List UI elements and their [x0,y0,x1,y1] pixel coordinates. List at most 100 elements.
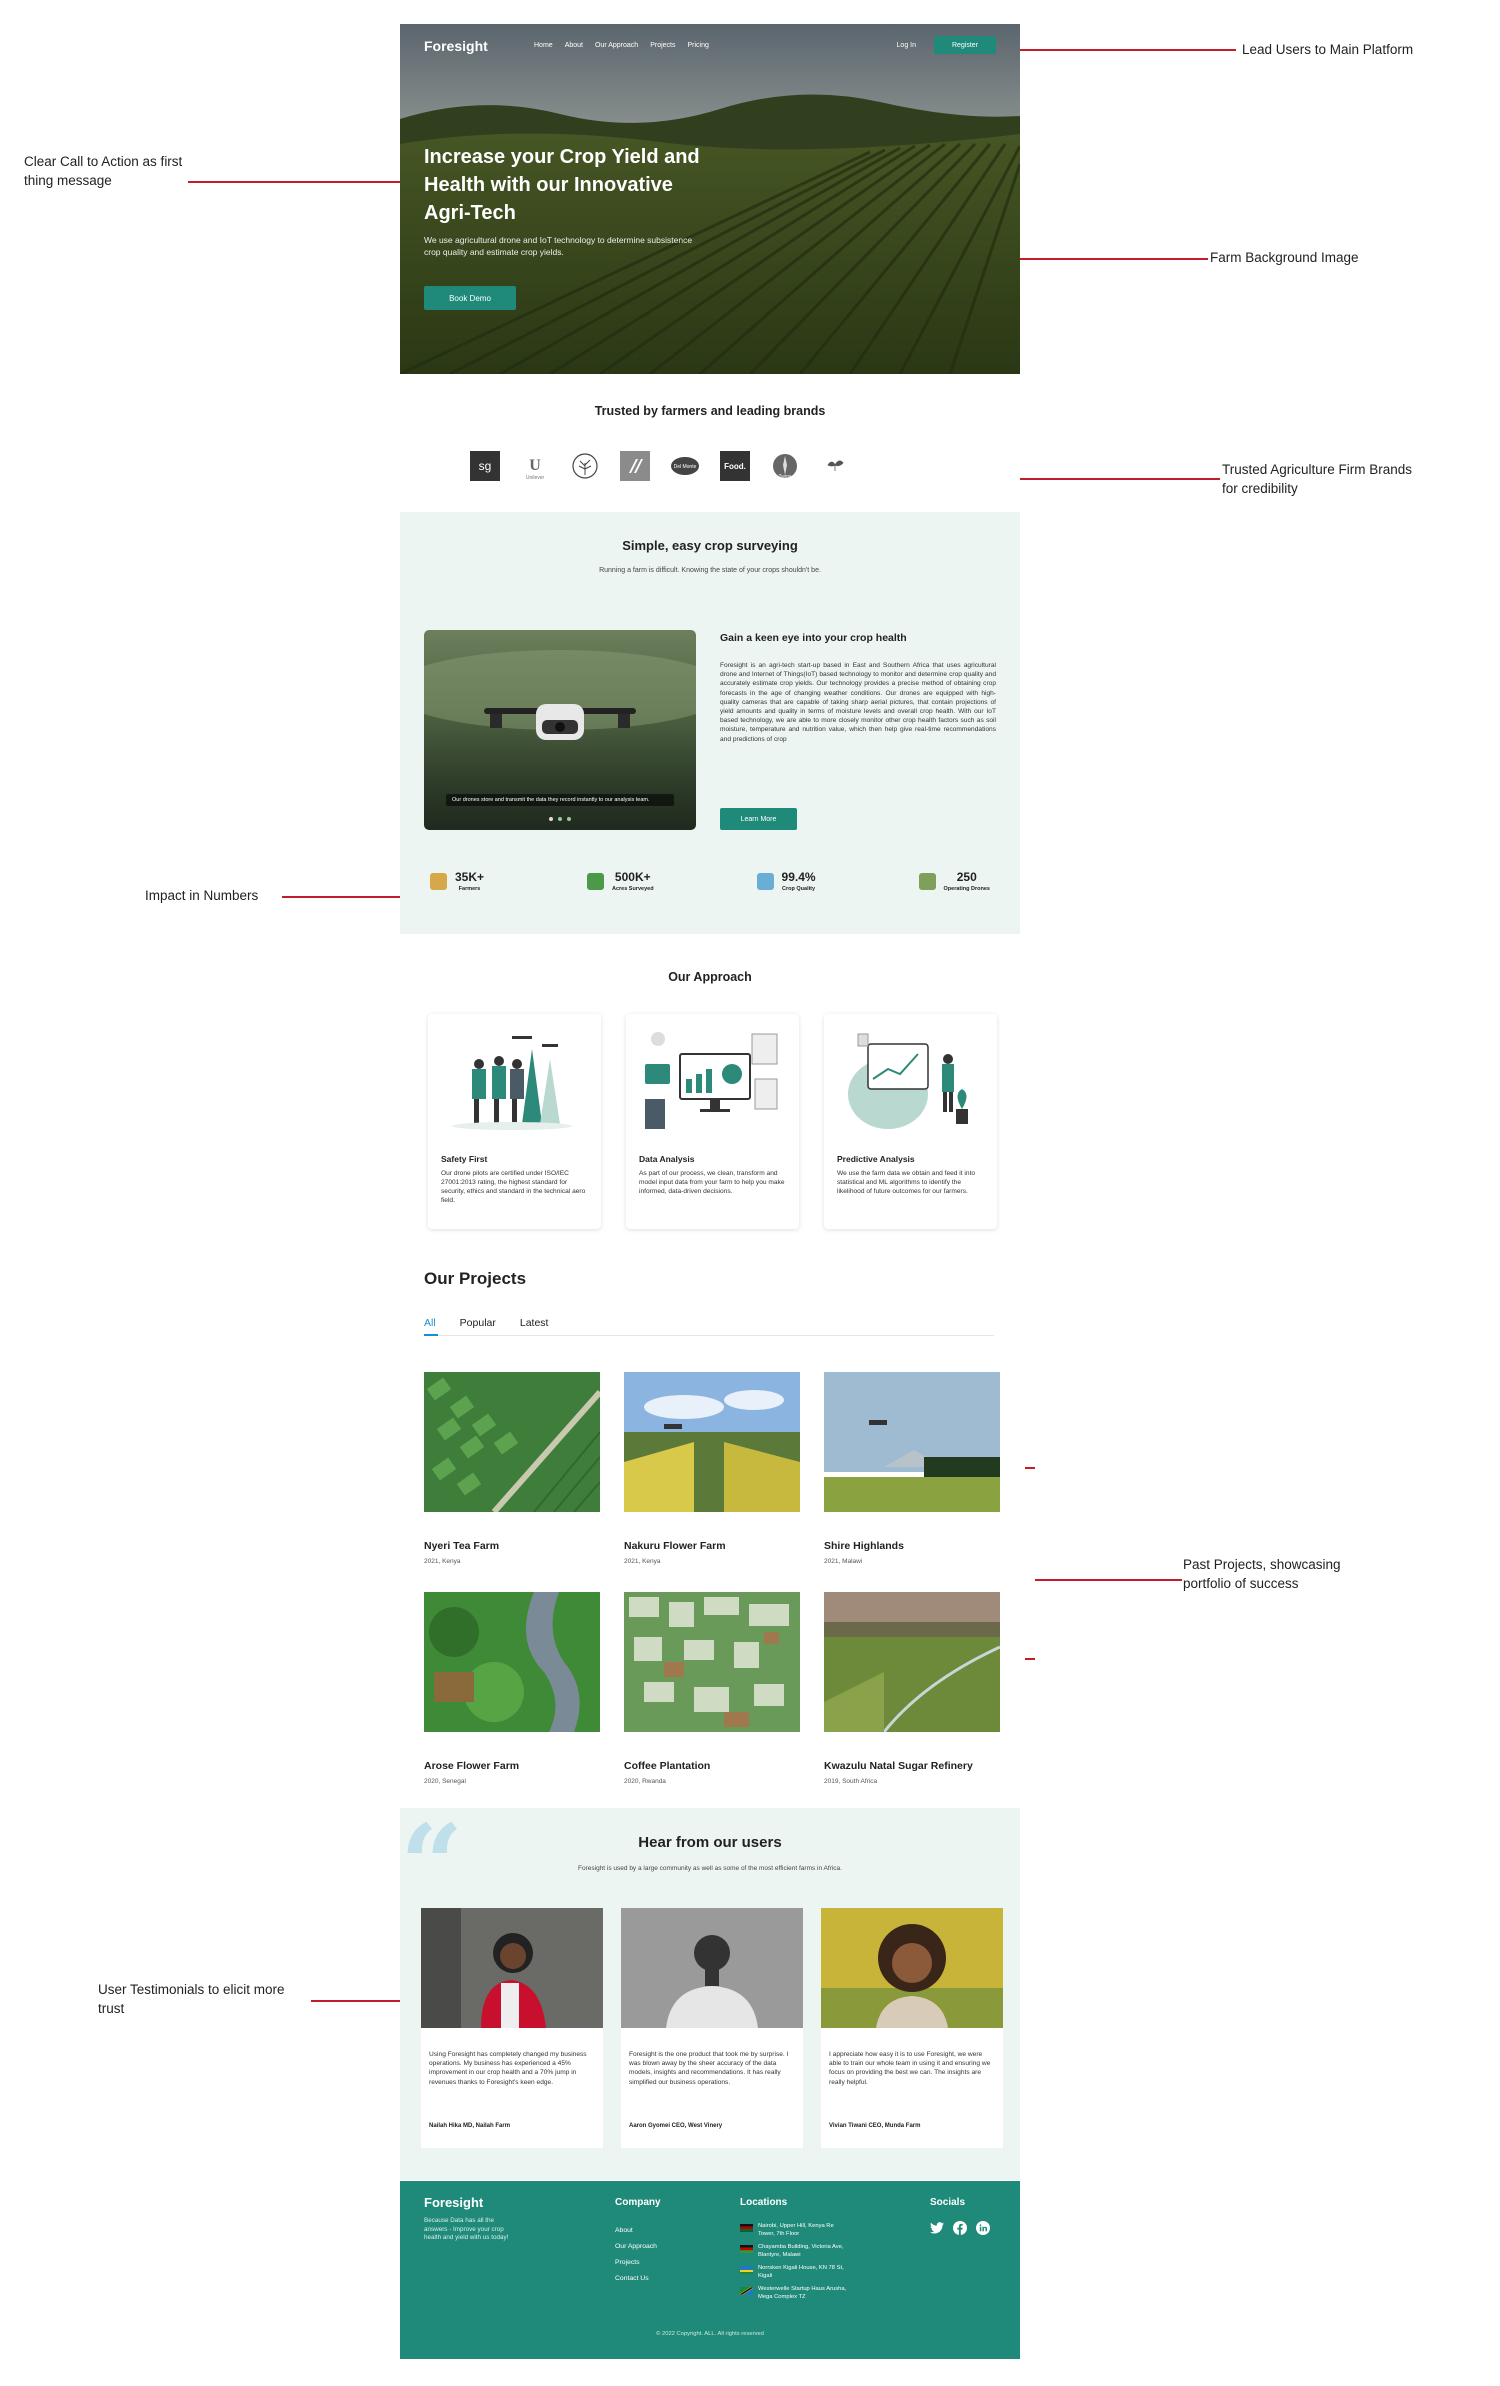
svg-text:Del Monte: Del Monte [674,464,697,470]
card-title: Predictive Analysis [837,1154,915,1164]
project-card[interactable]: Kwazulu Natal Sugar Refinery 2019, South… [824,1592,1001,1785]
approach-card-data-analysis: Data Analysis As part of our process, we… [626,1014,799,1229]
book-demo-button[interactable]: Book Demo [424,286,516,310]
location-rwanda: Norrsken Kigali House, KN 78 St, Kigali [740,2265,850,2280]
location-text: Chayamba Building, Victoria Ave, Blantyr… [758,2244,844,2258]
footer-link-about[interactable]: About [615,2223,657,2239]
tab-popular[interactable]: Popular [460,1317,496,1329]
location-tanzania: Westerwelle Startup Haus Arusha, Mega Co… [740,2286,850,2301]
nav-link-pricing[interactable]: Pricing [687,42,708,49]
annotation-past-projects: Past Projects, showcasing portfolio of s… [1183,1555,1341,1593]
annotation-tick [1025,1658,1035,1660]
nav-link-our-approach[interactable]: Our Approach [595,42,638,49]
annotation-cta: Clear Call to Action as first thing mess… [24,152,182,190]
annotation-line [1035,1579,1182,1581]
stat-drones: 250 Operating Drones [918,870,990,892]
testimonial-author: Aaron Gyomei CEO, West Vinery [629,2123,723,2129]
safety-illustration [452,1036,572,1130]
svg-text:U: U [529,457,541,474]
tabs-divider [424,1335,994,1336]
stat-farmers: 35K+ Farmers [430,870,484,892]
footer-company-links: About Our Approach Projects Contact Us [615,2223,657,2287]
testimonial-author: Vivian Tiwani CEO, Munda Farm [829,2123,921,2129]
stat-acres: 500K+ Acres Surveyed [586,870,654,892]
survey-heading: Gain a keen eye into your crop health [720,632,907,644]
annotation-cta-line2: thing message [24,173,112,188]
drone-caption: Our drones store and transmit the data t… [446,794,674,806]
linkedin-icon[interactable] [976,2221,990,2235]
brand-logos: sg U Unilever Del Monte Food. Twiga [470,451,850,481]
brand-sg-logo: sg [470,451,500,481]
stat-label: Operating Drones [943,886,990,892]
project-name: Shire Highlands [824,1540,904,1552]
facebook-icon[interactable] [953,2221,967,2235]
annotation-cta-line1: Clear Call to Action as first [24,154,183,169]
trusted-title: Trusted by farmers and leading brands [594,404,826,418]
annotation-tick [1025,1467,1035,1469]
svg-text:Unilever: Unilever [526,475,545,481]
project-name: Coffee Plantation [624,1760,711,1772]
annotation-impact: Impact in Numbers [145,888,259,903]
testimonial-card: Foresight is the one product that took m… [621,1908,803,2148]
testimonial-cards: Using Foresight has completely changed m… [421,1908,1003,2148]
logo[interactable]: Foresight [424,38,488,54]
register-button[interactable]: Register [934,36,996,54]
project-card[interactable]: Nyeri Tea Farm 2021, Kenya [424,1372,603,1565]
nav-links: Home About Our Approach Projects Pricing [534,42,709,49]
hero-section: Foresight Home About Our Approach Projec… [400,24,1020,374]
testimonials-section: “ Hear from our users Foresight is used … [400,1808,1020,2180]
survey-title: Simple, easy crop surveying [622,538,798,553]
drone-icon [918,872,936,890]
annotation-past-line1: Past Projects, showcasing [1183,1557,1341,1572]
survey-section: Simple, easy crop surveying Running a fa… [400,512,1020,934]
project-card[interactable]: Nakuru Flower Farm 2021, Kenya [624,1372,800,1565]
testimonial-text: Using Foresight has completely changed m… [429,2051,587,2086]
kenya-flag-icon [740,2224,753,2232]
data-analysis-illustration [645,1032,778,1129]
annotation-brands: Trusted Agriculture Firm Brands for cred… [1222,460,1412,498]
footer-locations: Nairobi, Upper Hill, Kenya Re Tower, 7th… [740,2223,850,2307]
stat-value: 500K+ [614,870,651,884]
annotation-brands-line1: Trusted Agriculture Firm Brands [1222,462,1413,477]
footer-locations-title: Locations [740,2197,788,2208]
testimonial-text: Foresight is the one product that took m… [629,2051,789,2086]
project-meta: 2021, Malawi [824,1558,863,1565]
project-card[interactable]: Shire Highlands 2021, Malawi [824,1372,1000,1565]
stat-label: Farmers [458,886,481,892]
footer-logo[interactable]: Foresight [424,2195,483,2210]
learn-more-button[interactable]: Learn More [720,808,797,830]
nav-link-about[interactable]: About [565,42,583,49]
brand-food-logo: Food. [720,451,750,481]
tab-latest[interactable]: Latest [520,1317,549,1329]
user-photo [421,1908,603,2028]
annotation-past-line2: portfolio of success [1183,1576,1299,1591]
predictive-illustration [848,1033,968,1129]
annotation-testi-line2: trust [98,2001,125,2016]
project-image [824,1372,1000,1512]
project-card[interactable]: Arose Flower Farm 2020, Senegal [424,1592,600,1785]
location-kenya: Nairobi, Upper Hill, Kenya Re Tower, 7th… [740,2223,850,2238]
twitter-icon[interactable] [930,2221,944,2235]
login-link[interactable]: Log In [897,42,916,49]
carousel-dots[interactable] [424,817,696,821]
project-image [424,1592,600,1732]
footer-tagline: Because Data has all the answers - Impro… [424,2217,509,2241]
footer-link-projects[interactable]: Projects [615,2255,657,2271]
project-meta: 2021, Kenya [624,1558,661,1565]
location-text: Westerwelle Startup Haus Arusha, Mega Co… [758,2286,847,2300]
footer-link-contact-us[interactable]: Contact Us [615,2271,657,2287]
approach-title: Our Approach [668,970,752,984]
tab-all[interactable]: All [424,1317,436,1329]
project-card[interactable]: Coffee Plantation 2020, Rwanda [624,1592,800,1785]
footer-link-our-approach[interactable]: Our Approach [615,2239,657,2255]
nav-link-projects[interactable]: Projects [650,42,675,49]
quality-icon [756,872,774,890]
nav-link-home[interactable]: Home [534,42,553,49]
testimonials-subtitle: Foresight is used by a large community a… [578,1865,842,1872]
project-name: Nyeri Tea Farm [424,1540,500,1552]
card-title: Data Analysis [639,1154,695,1164]
project-meta: 2020, Senegal [424,1778,466,1785]
drone-carousel[interactable]: Our drones store and transmit the data t… [424,630,696,830]
testimonial-card: I appreciate how easy it is to use Fores… [821,1908,1003,2148]
stat-quality: 99.4% Crop Quality [756,870,816,892]
